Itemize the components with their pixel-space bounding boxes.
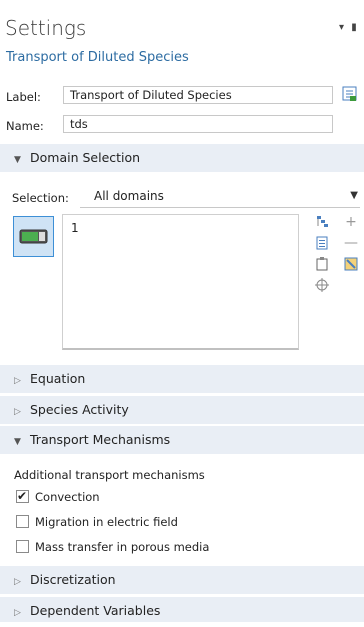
section-discretization[interactable]: ▷ Discretization [0,566,364,594]
section-transport-mechanisms[interactable]: ▼ Transport Mechanisms [0,426,364,454]
option-label: Mass transfer in porous media [35,539,210,554]
option-label: Convection [35,489,100,504]
selection-value: All domains [94,189,164,203]
chevron-down-icon: ▼ [14,437,21,447]
selection-dropdown[interactable]: All domains ▼ [80,186,360,208]
porous-media-option[interactable]: Mass transfer in porous media [16,538,209,554]
section-label: Dependent Variables [30,603,161,618]
label-input[interactable]: Transport of Diluted Species [63,86,333,104]
edit-label-icon[interactable] [341,85,359,103]
option-label: Migration in electric field [35,514,178,529]
chevron-right-icon: ▷ [14,376,21,386]
panel-title: Settings [5,16,87,40]
convection-checkbox[interactable] [16,488,29,504]
name-input[interactable]: tds [63,115,333,133]
chevron-right-icon: ▷ [14,407,21,417]
active-toggle-icon [19,229,48,244]
panel-subtitle: Transport of Diluted Species [6,50,189,65]
plus-icon[interactable]: + [343,214,359,230]
section-equation[interactable]: ▷ Equation [0,365,364,393]
section-label: Species Activity [30,402,129,417]
selection-caption: Selection: [12,191,69,205]
zoom-to-selection-icon[interactable] [314,277,330,297]
convection-option[interactable]: Convection [16,488,100,504]
list-item[interactable]: 1 [71,221,79,235]
section-label: Equation [30,371,86,386]
color-selection-icon[interactable] [343,256,359,276]
copy-icon[interactable] [314,256,330,276]
transport-heading: Additional transport mechanisms [14,468,205,482]
label-caption: Label: [6,90,41,104]
minus-icon[interactable]: — [343,235,359,251]
list-icon[interactable] [314,214,330,234]
active-toggle-button[interactable] [13,216,54,257]
selection-list[interactable]: 1 [62,214,299,350]
section-domain-selection[interactable]: ▼ Domain Selection [0,144,364,172]
section-species-activity[interactable]: ▷ Species Activity [0,396,364,424]
section-dependent-variables[interactable]: ▷ Dependent Variables [0,597,364,622]
section-label: Domain Selection [30,150,141,165]
section-label: Discretization [30,572,116,587]
name-caption: Name: [6,119,44,133]
section-label: Transport Mechanisms [30,432,171,447]
paste-icon[interactable] [314,235,330,255]
panel-menu-icon[interactable]: ▾ ▮ [339,22,359,33]
dropdown-arrow-icon: ▼ [350,190,358,201]
migration-option[interactable]: Migration in electric field [16,513,178,529]
migration-checkbox[interactable] [16,515,29,528]
chevron-down-icon: ▼ [14,155,21,165]
chevron-right-icon: ▷ [14,608,21,618]
porous-media-checkbox[interactable] [16,540,29,553]
chevron-right-icon: ▷ [14,577,21,587]
